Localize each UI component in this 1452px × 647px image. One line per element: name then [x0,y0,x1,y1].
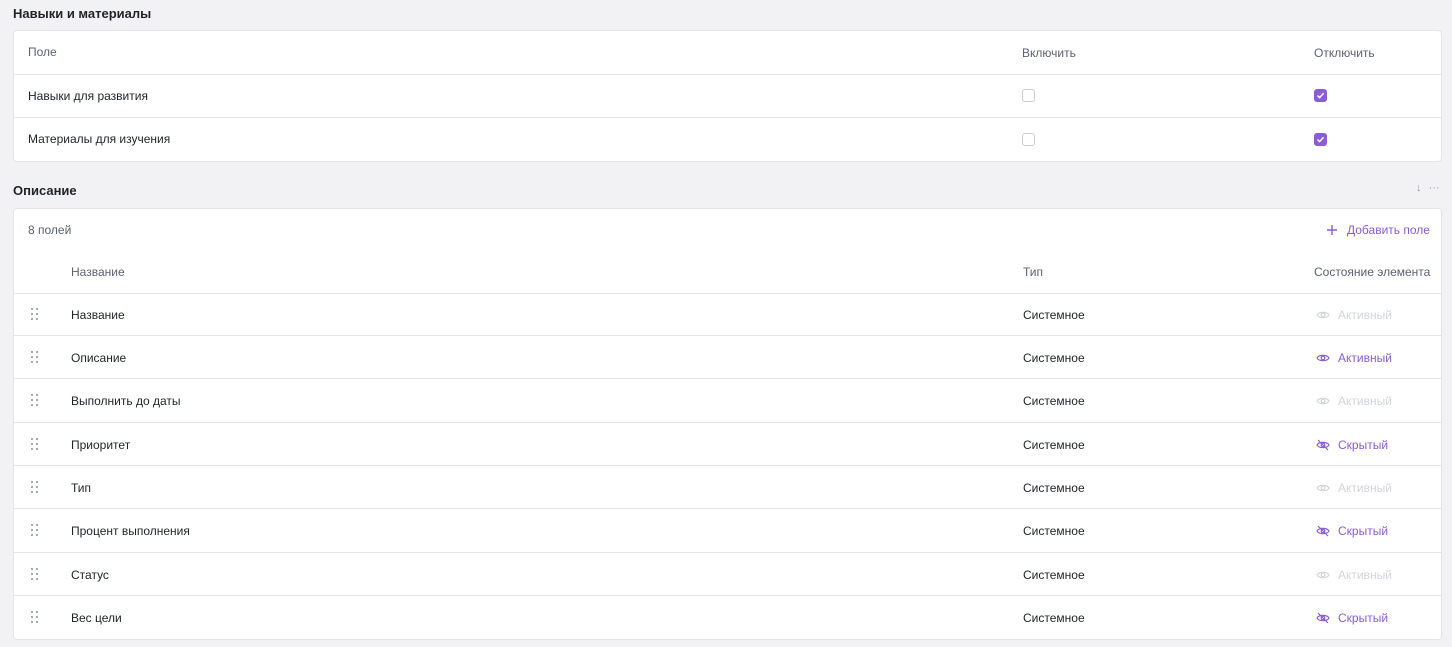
skills-row-label: Материалы для изучения [28,132,171,146]
row-type: Системное [1023,308,1085,322]
state-label: Скрытый [1338,611,1389,625]
row-name: Описание [71,351,127,365]
state-label: Скрытый [1338,524,1389,538]
enable-checkbox[interactable] [1022,133,1035,146]
drag-handle-icon[interactable] [31,308,39,322]
drag-handle-icon[interactable] [31,524,39,538]
drag-handle-icon[interactable] [31,568,39,582]
arrow-down-icon[interactable]: ↓ [1416,182,1422,194]
table-row[interactable]: Выполнить до даты Системное Активный [14,378,1441,423]
more-icon[interactable]: ··· [1429,182,1440,194]
table-row[interactable]: Описание Системное Активный [14,335,1441,379]
row-type: Системное [1023,394,1085,408]
skills-row: Материалы для изучения [14,117,1441,162]
header-state: Состояние элемента [1314,265,1431,279]
description-section-title: Описание [13,183,77,198]
eye-icon [1316,311,1330,319]
row-type: Системное [1023,351,1085,365]
check-icon [1316,92,1325,99]
table-row[interactable]: Процент выполнения Системное Скрытый [14,508,1441,553]
eye-off-icon [1316,525,1330,537]
skills-row-label: Навыки для развития [28,89,148,103]
description-card: 8 полей Добавить поле Название Тип Состо… [13,208,1442,640]
row-name: Приоритет [71,438,131,452]
row-type: Системное [1023,611,1085,625]
table-row[interactable]: Статус Системное Активный [14,552,1441,596]
drag-handle-icon[interactable] [31,351,39,365]
eye-icon [1316,397,1330,405]
row-name: Выполнить до даты [71,394,181,408]
row-name: Процент выполнения [71,524,190,538]
state-label: Активный [1338,568,1392,582]
drag-handle-icon[interactable] [31,481,39,495]
row-name: Тип [71,481,92,495]
header-name: Название [71,265,125,279]
state-label: Скрытый [1338,438,1389,452]
field-count: 8 полей [28,223,72,237]
header-field: Поле [28,45,57,59]
section-actions: ↓ ··· [1416,182,1440,194]
eye-icon [1316,484,1330,492]
table-row[interactable]: Вес цели Системное Скрытый [14,595,1441,640]
row-type: Системное [1023,438,1085,452]
table-row[interactable]: Приоритет Системное Скрытый [14,422,1441,466]
row-type: Системное [1023,568,1085,582]
check-icon [1316,136,1325,143]
row-name: Название [71,308,125,322]
table-row[interactable]: Тип Системное Активный [14,465,1441,509]
skills-card: Поле Включить Отключить Навыки для разви… [13,30,1442,162]
header-enable: Включить [1022,46,1076,60]
add-field-label: Добавить поле [1347,223,1430,237]
plus-icon [1327,225,1337,235]
state-label: Активный [1338,481,1392,495]
state-label: Активный [1338,308,1392,322]
eye-icon [1316,354,1330,362]
eye-off-icon [1316,612,1330,624]
disable-checkbox[interactable] [1314,133,1327,146]
eye-off-icon [1316,439,1330,451]
skills-row: Навыки для развития [14,74,1441,118]
state-label: Активный [1338,394,1392,408]
row-name: Статус [71,568,109,582]
eye-icon [1316,571,1330,579]
header-disable: Отключить [1314,46,1375,60]
table-row[interactable]: Название Системное Активный [14,293,1441,336]
skills-section-title: Навыки и материалы [13,6,152,21]
header-type: Тип [1023,265,1044,279]
drag-handle-icon[interactable] [31,394,39,408]
disable-checkbox[interactable] [1314,89,1327,102]
enable-checkbox[interactable] [1022,89,1035,102]
row-type: Системное [1023,524,1085,538]
drag-handle-icon[interactable] [31,611,39,625]
drag-handle-icon[interactable] [31,438,39,452]
state-label: Активный [1338,351,1392,365]
row-type: Системное [1023,481,1085,495]
row-name: Вес цели [71,611,122,625]
